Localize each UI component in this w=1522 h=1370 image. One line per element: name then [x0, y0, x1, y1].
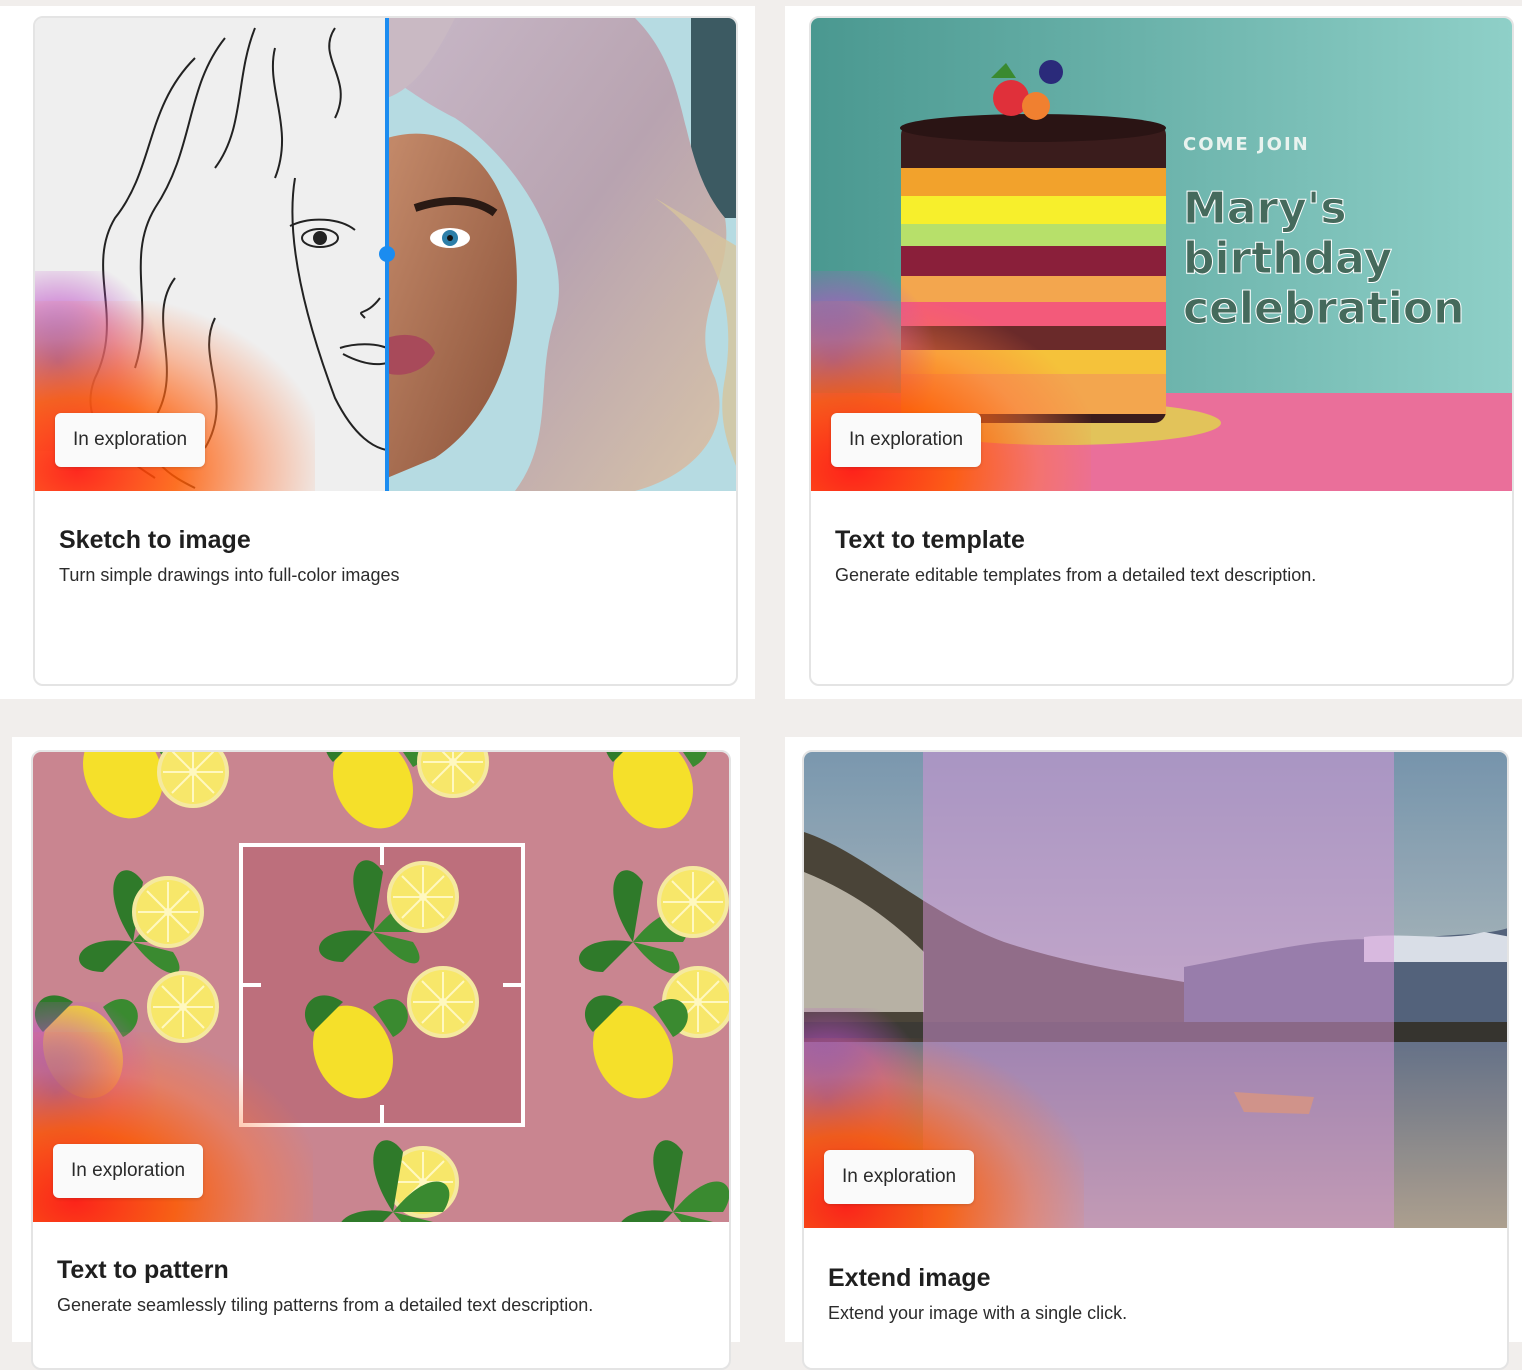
card-description: Generate seamlessly tiling patterns from…	[57, 1295, 594, 1315]
card-description: Turn simple drawings into full-color ima…	[59, 565, 400, 585]
svg-text:celebration: celebration	[1183, 283, 1464, 334]
sketch-to-image-preview: In exploration	[35, 18, 736, 491]
card-title: Text to pattern	[57, 1256, 229, 1284]
compare-handle	[379, 246, 395, 262]
svg-text:Mary's: Mary's	[1183, 183, 1347, 234]
extend-image-preview: In exploration	[804, 752, 1507, 1228]
svg-text:birthday: birthday	[1183, 233, 1392, 284]
card-description: Generate editable templates from a detai…	[835, 565, 1317, 585]
card-title: Sketch to image	[59, 526, 251, 554]
text-to-pattern-preview: In exploration	[33, 752, 729, 1222]
card-extend-image[interactable]: In exploration Extend image Extend your …	[802, 750, 1509, 1370]
status-badge: In exploration	[831, 413, 982, 467]
card-sketch-to-image[interactable]: In exploration Sketch to image Turn simp…	[33, 16, 738, 686]
card-description: Extend your image with a single click.	[828, 1303, 1128, 1323]
status-badge: In exploration	[55, 413, 206, 467]
svg-text:COME JOIN: COME JOIN	[1183, 134, 1310, 155]
card-text-to-template[interactable]: COME JOIN Mary's birthday celebration In…	[809, 16, 1514, 686]
status-badge: In exploration	[53, 1144, 204, 1198]
card-title: Text to template	[835, 526, 1025, 554]
card-text-to-pattern[interactable]: In exploration Text to pattern Generate …	[31, 750, 731, 1370]
text-to-template-preview: COME JOIN Mary's birthday celebration In…	[811, 18, 1512, 491]
status-badge: In exploration	[824, 1150, 975, 1204]
card-title: Extend image	[828, 1264, 991, 1292]
